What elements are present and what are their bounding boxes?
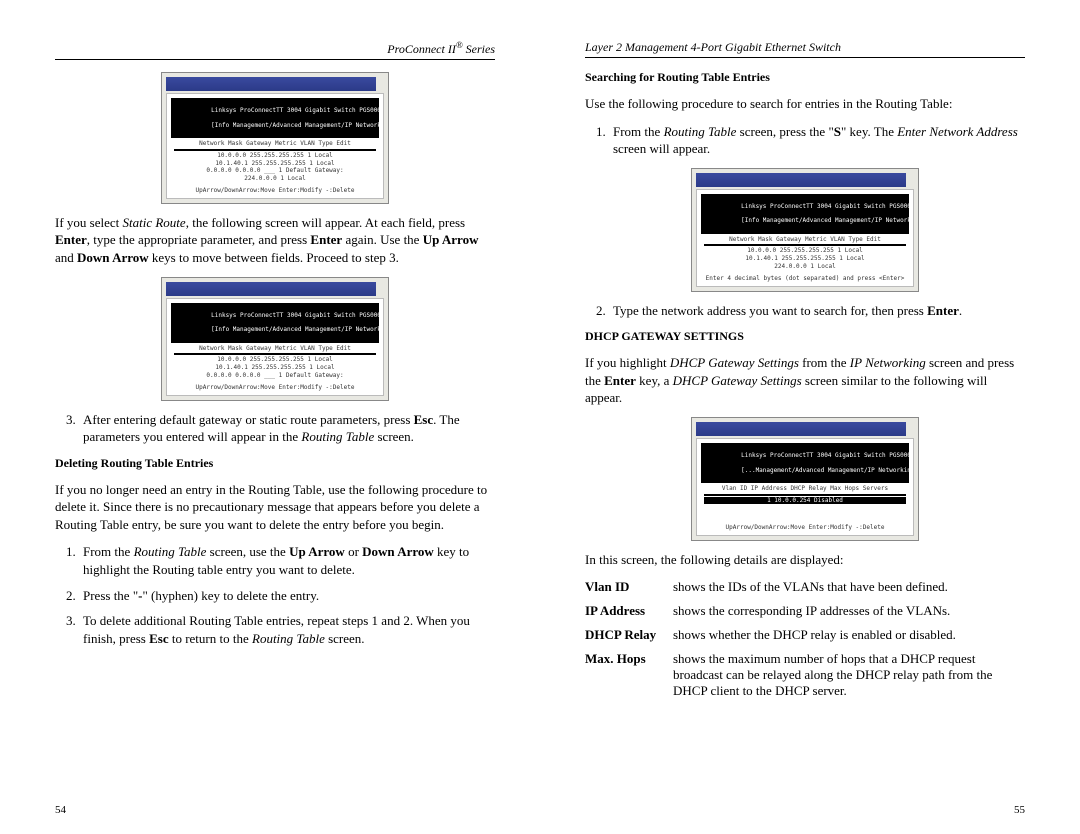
step3-list: After entering default gateway or static… — [55, 411, 495, 446]
def-ip: IP Address shows the corresponding IP ad… — [585, 603, 1025, 619]
delete-steps: From the Routing Table screen, use the U… — [55, 543, 495, 647]
heading-searching: Searching for Routing Table Entries — [585, 70, 1025, 85]
page-number-left: 54 — [55, 804, 66, 816]
display-intro: In this screen, the following details ar… — [585, 551, 1025, 569]
search-intro: Use the following procedure to search fo… — [585, 95, 1025, 113]
search-step-1: From the Routing Table screen, press the… — [609, 123, 1025, 158]
definitions: Vlan ID shows the IDs of the VLANs that … — [585, 579, 1025, 699]
screenshot-4: Linksys ProConnectTT 3004 Gigabit Switch… — [585, 417, 1025, 541]
dhcp-paragraph: If you highlight DHCP Gateway Settings f… — [585, 354, 1025, 407]
step3: After entering default gateway or static… — [79, 411, 495, 446]
def-vlan: Vlan ID shows the IDs of the VLANs that … — [585, 579, 1025, 595]
delete-step-1: From the Routing Table screen, use the U… — [79, 543, 495, 578]
page-left: ProConnect II® Series Linksys ProConnect… — [0, 0, 540, 834]
page-right: Layer 2 Management 4-Port Gigabit Ethern… — [540, 0, 1080, 834]
delete-step-2: Press the "-" (hyphen) key to delete the… — [79, 587, 495, 605]
screenshot-3: Linksys ProConnectTT 3004 Gigabit Switch… — [585, 168, 1025, 292]
screenshot-1: Linksys ProConnectTT 3004 Gigabit Switch… — [55, 72, 495, 204]
def-hops: Max. Hops shows the maximum number of ho… — [585, 651, 1025, 699]
search-step-2: Type the network address you want to sea… — [609, 302, 1025, 320]
static-route-paragraph: If you select Static Route, the followin… — [55, 214, 495, 267]
page-number-right: 55 — [1014, 804, 1025, 816]
def-relay: DHCP Relay shows whether the DHCP relay … — [585, 627, 1025, 643]
screenshot-2: Linksys ProConnectTT 3004 Gigabit Switch… — [55, 277, 495, 401]
header-reg: ® — [456, 40, 463, 50]
search-steps: From the Routing Table screen, press the… — [585, 123, 1025, 158]
heading-deleting: Deleting Routing Table Entries — [55, 456, 495, 471]
header-left-pre: ProConnect II — [387, 42, 456, 56]
deleting-paragraph: If you no longer need an entry in the Ro… — [55, 481, 495, 534]
header-left: ProConnect II® Series — [55, 40, 495, 60]
header-right: Layer 2 Management 4-Port Gigabit Ethern… — [585, 40, 1025, 58]
heading-dhcp: DHCP GATEWAY SETTINGS — [585, 329, 1025, 344]
header-left-post: Series — [463, 42, 495, 56]
search-step-2-list: Type the network address you want to sea… — [585, 302, 1025, 320]
delete-step-3: To delete additional Routing Table entri… — [79, 612, 495, 647]
